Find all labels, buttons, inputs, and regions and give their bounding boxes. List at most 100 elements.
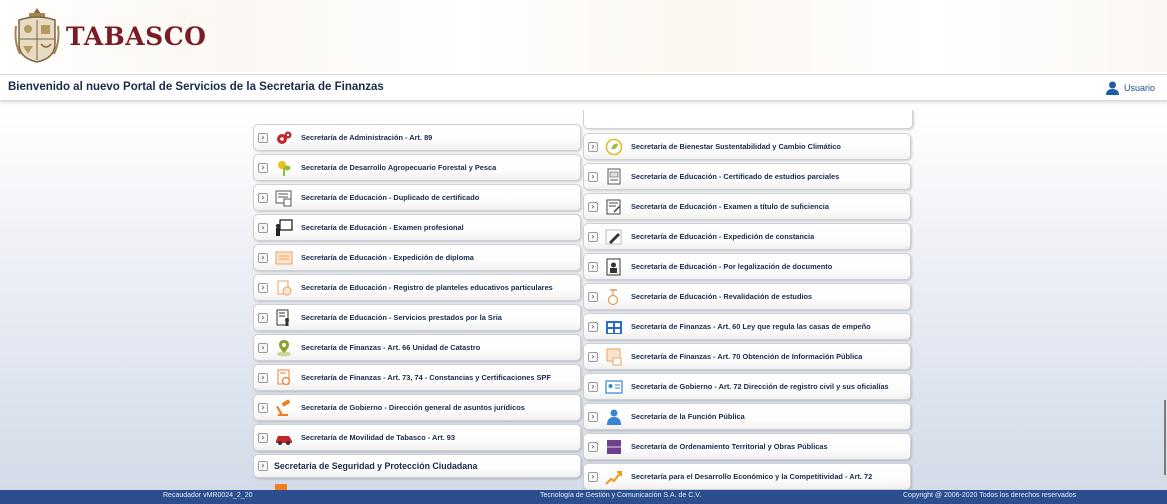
- document-check-icon: [277, 280, 292, 295]
- service-label: Secretaría de Finanzas - Art. 66 Unidad …: [301, 343, 481, 352]
- site-footer: Recaudador vMR0024_2_20 Tecnología de Ge…: [0, 490, 1167, 504]
- pen-icon: [605, 229, 622, 244]
- user-icon: [1105, 81, 1119, 95]
- service-label: Secretaría de Educación - Expedición de …: [301, 253, 474, 262]
- service-item-movilidad-tabasco[interactable]: › Secretaría de Movilidad de Tabasco - A…: [253, 424, 581, 451]
- service-item-seguridad-proteccion[interactable]: › Secretaría de Seguridad y Protección C…: [253, 454, 581, 478]
- welcome-bar: Bienvenido al nuevo Portal de Servicios …: [0, 74, 1167, 101]
- service-item-administracion[interactable]: › Secretaría de Administración - Art. 89: [253, 124, 581, 151]
- chevron-right-icon: ›: [588, 411, 598, 422]
- chevron-right-icon: ›: [258, 252, 268, 263]
- service-item-constancias-spf[interactable]: › Secretaría de Finanzas - Art. 73, 74 -…: [253, 364, 581, 391]
- state-crest-logo: [14, 8, 60, 63]
- chevron-right-icon: ›: [258, 162, 268, 173]
- service-label: Secretaría de Educación - Duplicado de c…: [301, 193, 480, 202]
- scrollbar[interactable]: [1164, 400, 1166, 475]
- car-icon: [276, 435, 292, 445]
- chevron-right-icon: ›: [258, 132, 268, 143]
- id-card-icon: [605, 379, 623, 394]
- chevron-right-icon: ›: [588, 201, 598, 212]
- validation-icon: [607, 288, 619, 305]
- user-menu[interactable]: Usuario: [1105, 81, 1155, 95]
- service-item-certificado-parciales[interactable]: › Secretaría de Educación - Certificado …: [583, 163, 911, 190]
- chevron-right-icon: ›: [588, 171, 598, 182]
- chevron-right-icon: ›: [588, 261, 598, 272]
- service-item-examen-suficiencia[interactable]: › Secretaría de Educación - Examen a tít…: [583, 193, 911, 220]
- service-label: Secretaría de Educación - Registro de pl…: [301, 283, 553, 292]
- service-item-informacion-publica[interactable]: › Secretaría de Finanzas - Art. 70 Obten…: [583, 343, 911, 370]
- service-item-casas-empeno[interactable]: › Secretaría de Finanzas - Art. 60 Ley q…: [583, 313, 911, 340]
- chevron-right-icon: ›: [258, 222, 268, 233]
- service-item-expedicion-diploma[interactable]: › Secretaría de Educación - Expedición d…: [253, 244, 581, 271]
- public-info-icon: [606, 348, 622, 365]
- block-icon: [607, 439, 621, 454]
- service-label: Secretaría de Desarrollo Agropecuario Fo…: [301, 163, 497, 172]
- document-person-icon: [276, 309, 289, 326]
- service-label: Secretaría de Educación - Revalidación d…: [631, 292, 813, 301]
- chevron-right-icon: ›: [258, 461, 268, 471]
- chevron-right-icon: ›: [588, 381, 598, 392]
- service-label: Secretaría de Movilidad de Tabasco - Art…: [301, 433, 456, 442]
- service-item-duplicado-certificado[interactable]: › Secretaría de Educación - Duplicado de…: [253, 184, 581, 211]
- service-item-legalizacion-documento[interactable]: › Secretaría de Educación - Por legaliza…: [583, 253, 911, 280]
- service-label: Secretaría de la Función Pública: [631, 412, 745, 421]
- service-label: Secretaría de Finanzas - Art. 73, 74 - C…: [301, 373, 551, 382]
- service-item-registro-civil[interactable]: › Secretaría de Gobierno - Art. 72 Direc…: [583, 373, 911, 400]
- service-item-examen-profesional[interactable]: › Secretaría de Educación - Examen profe…: [253, 214, 581, 241]
- service-item-revalidacion-estudios[interactable]: › Secretaría de Educación - Revalidación…: [583, 283, 911, 310]
- service-item-asuntos-juridicos[interactable]: › Secretaría de Gobierno - Dirección gen…: [253, 394, 581, 421]
- clipped-service-item: [583, 110, 913, 129]
- certificate-icon: [275, 190, 292, 206]
- service-label: Secretaría de Educación - Expedición de …: [631, 232, 815, 241]
- service-item-registro-planteles[interactable]: › Secretaría de Educación - Registro de …: [253, 274, 581, 301]
- chevron-right-icon: ›: [588, 231, 598, 242]
- chevron-right-icon: ›: [258, 312, 268, 323]
- service-item-desarrollo-economico[interactable]: › Secretaría para el Desarrollo Económic…: [583, 463, 911, 490]
- service-item-bienestar[interactable]: › Secretaría de Bienestar Sustentabilida…: [583, 133, 911, 160]
- service-item-unidad-catastro[interactable]: › Secretaría de Finanzas - Art. 66 Unida…: [253, 334, 581, 361]
- chevron-right-icon: ›: [588, 321, 598, 332]
- service-label: Secretaría de Gobierno - Dirección gener…: [301, 403, 525, 412]
- services-panel: › Secretaría de Administración - Art. 89…: [0, 110, 1167, 490]
- chevron-right-icon: ›: [258, 282, 268, 293]
- service-label: Secretaría de Gobierno - Art. 72 Direcci…: [631, 382, 889, 391]
- service-label: Secretaría de Educación - Certificado de…: [631, 172, 840, 181]
- chevron-right-icon: ›: [588, 351, 598, 362]
- service-label: Secretaría de Ordenamiento Territorial y…: [631, 442, 828, 451]
- building-icon: [606, 320, 622, 334]
- service-label: Secretaría de Bienestar Sustentabilidad …: [631, 142, 841, 151]
- chevron-right-icon: ›: [588, 141, 598, 152]
- exam-icon: [606, 199, 621, 214]
- eco-icon: [605, 138, 623, 155]
- gavel-icon: [276, 399, 291, 416]
- chevron-right-icon: ›: [588, 471, 598, 482]
- service-item-expedicion-constancia[interactable]: › Secretaría de Educación - Expedición d…: [583, 223, 911, 250]
- service-label: Secretaría de Administración - Art. 89: [301, 133, 433, 142]
- map-pin-icon: [277, 339, 291, 356]
- service-item-desarrollo-agropecuario[interactable]: › Secretaría de Desarrollo Agropecuario …: [253, 154, 581, 181]
- service-item-funcion-publica[interactable]: › Secretaría de la Función Pública: [583, 403, 911, 430]
- presentation-icon: [276, 218, 293, 236]
- service-label: Secretaría de Finanzas - Art. 60 Ley que…: [631, 322, 871, 331]
- growth-icon: [605, 470, 622, 485]
- user-label: Usuario: [1123, 83, 1155, 93]
- service-item-servicios-sria[interactable]: › Secretaría de Educación - Servicios pr…: [253, 304, 581, 331]
- chevron-right-icon: ›: [588, 291, 598, 302]
- chevron-right-icon: ›: [588, 441, 598, 452]
- service-label: Secretaría para el Desarrollo Económico …: [631, 472, 873, 481]
- service-label: Secretaría de Educación - Examen profesi…: [301, 223, 464, 232]
- certificate-icon: [607, 168, 621, 184]
- footer-version: Recaudador vMR0024_2_20: [163, 492, 253, 499]
- person-icon: [607, 409, 621, 425]
- diploma-icon: [275, 251, 293, 264]
- chevron-right-icon: ›: [258, 192, 268, 203]
- service-item-ordenamiento-territorial[interactable]: › Secretaría de Ordenamiento Territorial…: [583, 433, 911, 460]
- welcome-message: Bienvenido al nuevo Portal de Servicios …: [8, 81, 384, 93]
- service-label: Secretaría de Educación - Por legalizaci…: [631, 262, 833, 271]
- legal-document-icon: [606, 258, 621, 275]
- service-label: Secretaría de Educación - Servicios pres…: [301, 313, 502, 322]
- chevron-right-icon: ›: [258, 342, 268, 353]
- certificate-seal-icon: [277, 369, 291, 385]
- brand-title: TABASCO: [66, 22, 207, 51]
- service-label: Secretaría de Finanzas - Art. 70 Obtenci…: [631, 352, 863, 361]
